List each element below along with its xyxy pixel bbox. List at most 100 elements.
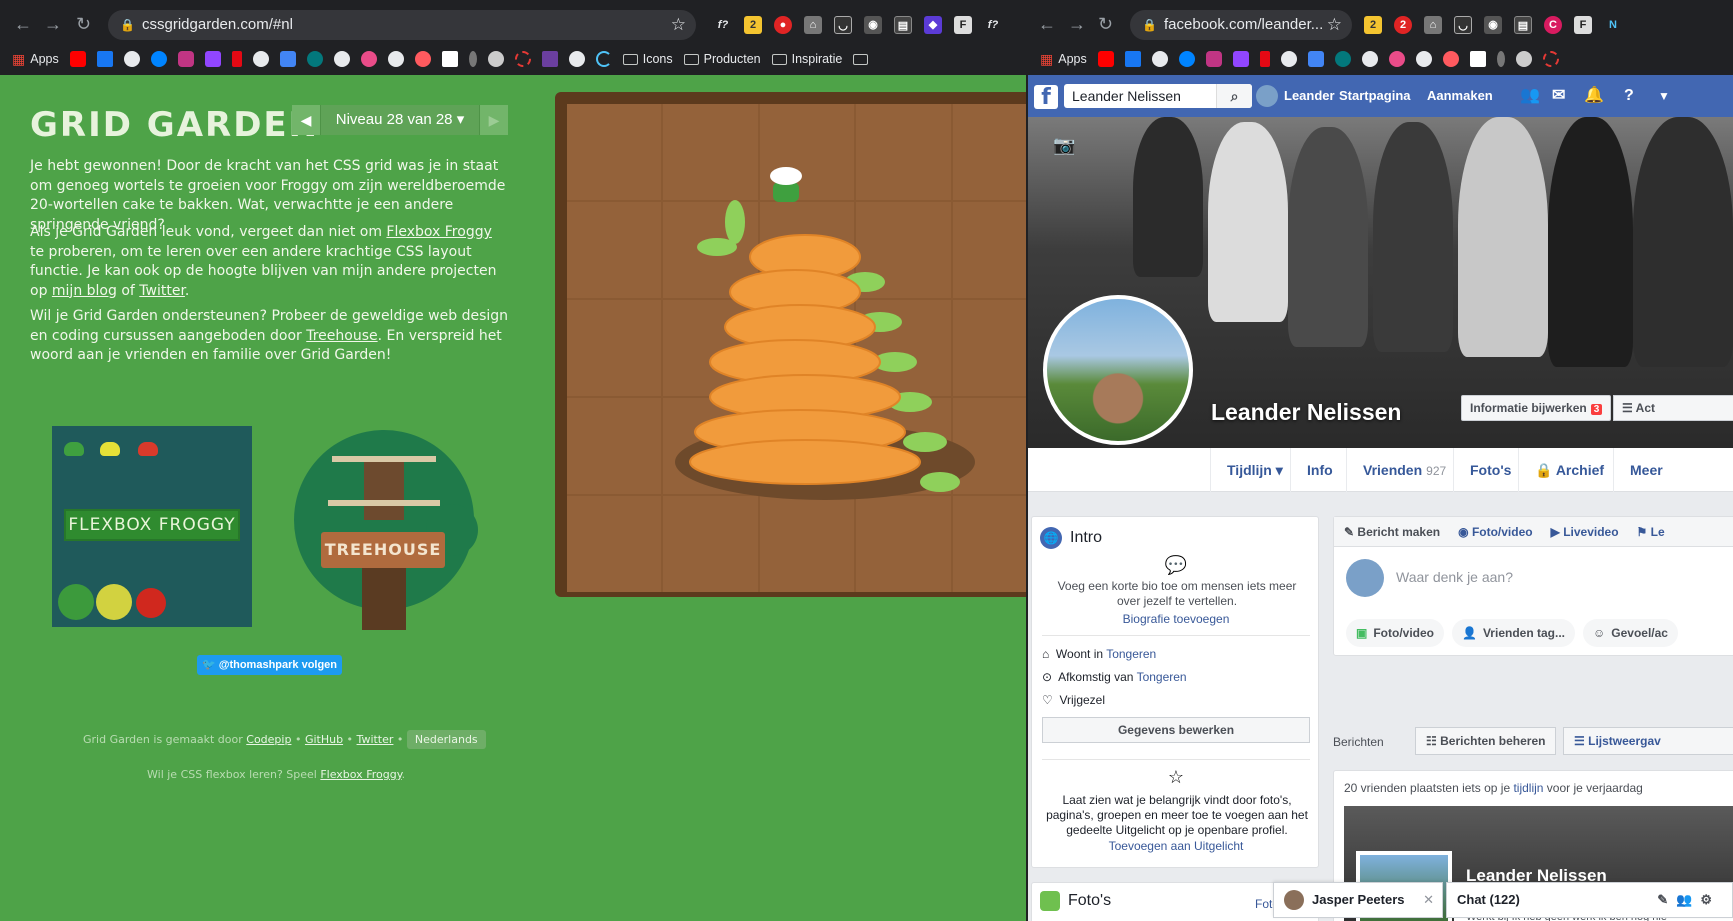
footer-twitter-link[interactable]: Twitter	[357, 733, 394, 746]
pocket-ext-icon[interactable]: ◡	[834, 16, 852, 34]
formula-ext-icon[interactable]: f?	[714, 16, 732, 34]
composer-tab-live[interactable]: ▶ Livevideo	[1551, 525, 1619, 539]
facebook-logo-icon[interactable]: f	[1034, 85, 1058, 110]
activity-log-button[interactable]: ☰ Act	[1613, 395, 1733, 421]
photo-video-button[interactable]: ▣ Foto/video	[1346, 619, 1445, 647]
tab-tijdlijn[interactable]: Tijdlijn ▾	[1210, 448, 1299, 492]
nav-create[interactable]: Aanmaken	[1427, 75, 1493, 117]
formula2-ext-icon[interactable]: f?	[984, 16, 1002, 34]
notes-ext-icon[interactable]: 2	[1364, 16, 1382, 34]
from-link[interactable]: Tongeren	[1137, 670, 1187, 684]
red-ext-icon[interactable]: ●	[774, 16, 792, 34]
github-link[interactable]: GitHub	[305, 733, 343, 746]
chat-bar[interactable]: Chat (122) ✎👥⚙	[1446, 882, 1733, 918]
netflix-icon[interactable]	[1259, 51, 1270, 67]
te-icon[interactable]	[1469, 51, 1486, 67]
tag-friends-button[interactable]: 👤 Vrienden tag...	[1452, 619, 1575, 647]
tab-vrienden[interactable]: Vrienden 927	[1346, 448, 1462, 492]
apps-bookmark[interactable]: ▦ Apps	[1040, 51, 1087, 68]
camera-ext-icon[interactable]: ◉	[1484, 16, 1502, 34]
elephant-icon[interactable]	[1515, 51, 1532, 67]
bookmark-star-icon[interactable]: ☆	[1327, 10, 1342, 40]
sharepoint-icon[interactable]	[306, 51, 323, 67]
reload-icon[interactable]: ↻	[1098, 14, 1113, 34]
netflix-icon[interactable]	[231, 51, 242, 67]
purple-ext-icon[interactable]: ◆	[924, 16, 942, 34]
c-icon[interactable]	[595, 51, 612, 67]
loading-icon[interactable]	[1542, 51, 1559, 67]
red-circle-icon[interactable]	[414, 51, 431, 67]
translate-icon[interactable]	[279, 51, 296, 67]
globe-icon[interactable]	[252, 51, 269, 67]
search-icon[interactable]: ⌕	[1216, 84, 1252, 108]
messenger-icon[interactable]	[150, 51, 167, 67]
compose-icon[interactable]: ✎	[1657, 892, 1676, 907]
profile-picture[interactable]	[1043, 295, 1193, 445]
help-icon[interactable]: ?	[1624, 75, 1634, 117]
cube-ext-icon[interactable]: ⌂	[804, 16, 822, 34]
globe-icon[interactable]	[1151, 51, 1168, 67]
camera-icon[interactable]: 📷	[1053, 135, 1075, 156]
bookmark-inspiratie-folder[interactable]: Inspiratie	[771, 52, 842, 66]
friends-requests-icon[interactable]: 👥	[1520, 75, 1540, 117]
tab-meer[interactable]: Meer	[1613, 448, 1679, 492]
dribbble-icon[interactable]	[360, 51, 377, 67]
leaf-icon[interactable]	[468, 51, 477, 67]
facebook-icon[interactable]	[96, 51, 113, 67]
nav-home[interactable]: Startpagina	[1339, 75, 1411, 117]
gear-icon[interactable]: ⚙	[1700, 892, 1720, 907]
forward-icon[interactable]: →	[1068, 14, 1086, 34]
apps-bookmark[interactable]: ▦ Apps	[12, 51, 59, 68]
pink-ext-icon[interactable]: C	[1544, 16, 1562, 34]
loading-icon[interactable]	[514, 51, 531, 67]
sharepoint-icon[interactable]	[1334, 51, 1351, 67]
treehouse-promo[interactable]: TREEHOUSE	[284, 430, 484, 630]
globe-icon[interactable]	[568, 51, 585, 67]
twitter-link[interactable]: Twitter	[139, 283, 185, 299]
address-bar[interactable]: 🔒 cssgridgarden.com/#nl ☆	[108, 10, 696, 40]
folder-icon[interactable]	[853, 53, 869, 65]
messenger-icon[interactable]: ✉	[1552, 75, 1565, 117]
pocket-ext-icon[interactable]: ◡	[1454, 16, 1472, 34]
twitter-follow-button[interactable]: 🐦 @thomashpark volgen	[197, 655, 342, 675]
globe-icon[interactable]	[1415, 51, 1432, 67]
elephant-icon[interactable]	[487, 51, 504, 67]
instagram-icon[interactable]	[177, 51, 194, 67]
facebook-icon[interactable]	[1124, 51, 1141, 67]
update-info-button[interactable]: Informatie bijwerken 3	[1461, 395, 1612, 421]
tab-archief[interactable]: 🔒 Archief	[1518, 448, 1620, 492]
dribbble-icon[interactable]	[1388, 51, 1405, 67]
bookmark-star-icon[interactable]: ☆	[671, 10, 686, 40]
footer-froggy-link[interactable]: Flexbox Froggy	[320, 768, 401, 781]
bookmark-producten-folder[interactable]: Producten	[683, 52, 761, 66]
edit-details-button[interactable]: Gegevens bewerken	[1042, 717, 1310, 743]
blog-link[interactable]: mijn blog	[52, 283, 117, 299]
tab-info[interactable]: Info	[1290, 448, 1349, 492]
notes-ext-icon[interactable]: 2	[744, 16, 762, 34]
doc-ext-icon[interactable]: ▤	[1514, 16, 1532, 34]
youtube-icon[interactable]	[69, 51, 86, 67]
globe-icon[interactable]	[1361, 51, 1378, 67]
composer-input[interactable]: Waar denk je aan?	[1396, 569, 1513, 585]
globe-icon[interactable]	[387, 51, 404, 67]
back-icon[interactable]: ←	[1038, 14, 1056, 34]
list-view-button[interactable]: ☰ Lijstweergav	[1563, 727, 1733, 755]
messenger-icon[interactable]	[1178, 51, 1195, 67]
add-featured-link[interactable]: Toevoegen aan Uitgelicht	[1032, 839, 1320, 853]
leaf-icon[interactable]	[1496, 51, 1505, 67]
feeling-button[interactable]: ☺ Gevoel/ac	[1583, 619, 1678, 647]
x-icon[interactable]	[541, 51, 558, 67]
close-icon[interactable]: ✕	[1423, 883, 1434, 917]
notifications-icon[interactable]: 🔔	[1584, 75, 1604, 117]
add-bio-link[interactable]: Biografie toevoegen	[1032, 612, 1320, 626]
translate-icon[interactable]	[1307, 51, 1324, 67]
composer-tab-post[interactable]: ✎ Bericht maken	[1344, 525, 1440, 539]
chat-tab-jasper[interactable]: Jasper Peeters ✕	[1273, 882, 1443, 918]
youtube-icon[interactable]	[1097, 51, 1114, 67]
composer-tab-photo[interactable]: ◉ Foto/video	[1458, 525, 1533, 539]
composer-tab-life-event[interactable]: ⚑ Le	[1637, 525, 1665, 539]
globe-icon[interactable]	[1280, 51, 1297, 67]
codepip-link[interactable]: Codepip	[246, 733, 291, 746]
tab-fotos[interactable]: Foto's	[1453, 448, 1527, 492]
language-button[interactable]: Nederlands	[406, 730, 486, 749]
